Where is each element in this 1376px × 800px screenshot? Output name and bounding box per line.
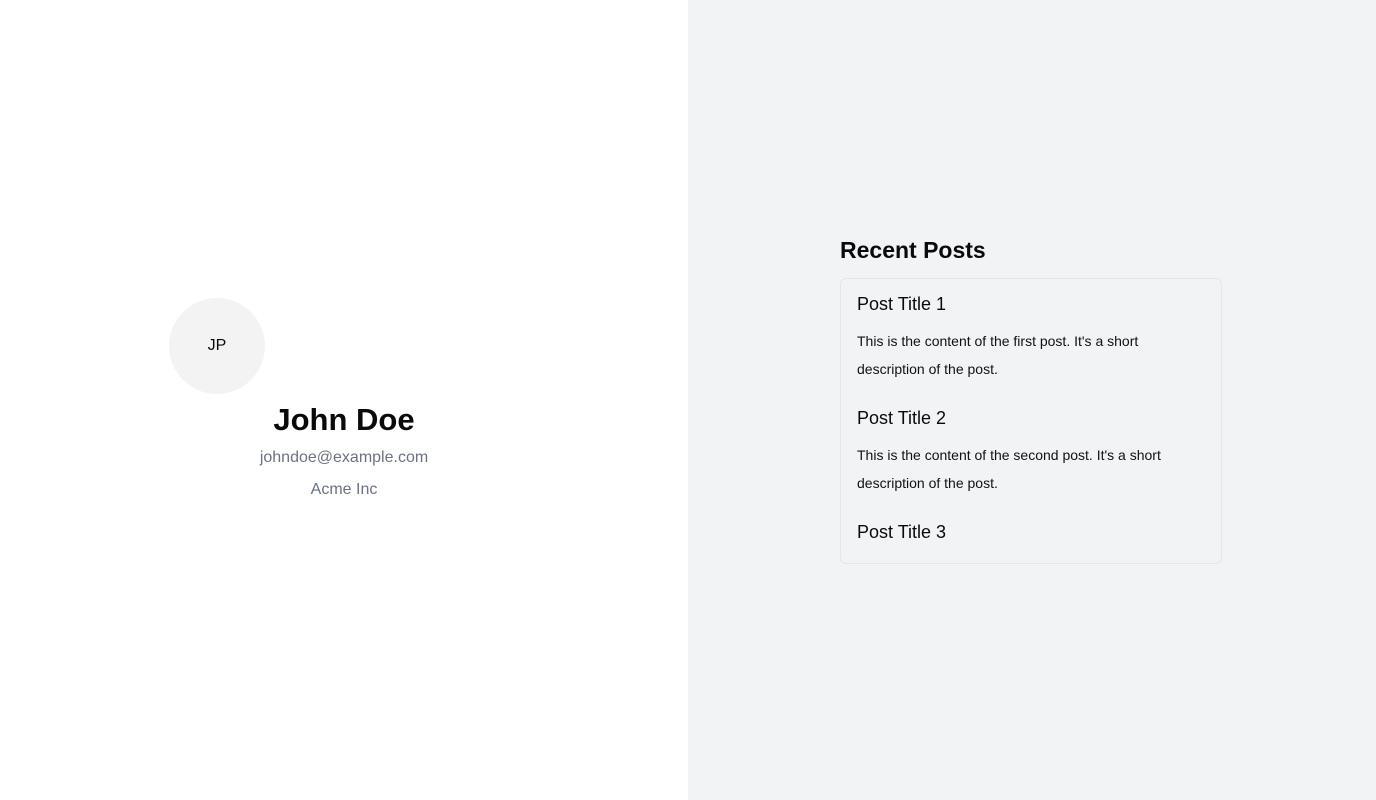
profile-company: Acme Inc (310, 481, 378, 498)
list-item: Post Title 2 This is the content of the … (857, 405, 1205, 497)
avatar-initials: JP (207, 337, 227, 354)
post-content: This is the content of the second post. … (857, 447, 1161, 491)
profile-panel: JP John Doe johndoe@example.com Acme Inc (0, 0, 688, 800)
posts-list[interactable]: Post Title 1 This is the content of the … (840, 278, 1222, 564)
profile-name: John Doe (273, 402, 415, 437)
posts-panel: Recent Posts Post Title 1 This is the co… (688, 0, 1376, 800)
post-content: This is the content of the first post. I… (857, 333, 1139, 377)
post-title: Post Title 1 (857, 294, 947, 314)
page-layout: JP John Doe johndoe@example.com Acme Inc… (0, 0, 1376, 800)
profile-email: johndoe@example.com (259, 449, 429, 466)
list-item: Post Title 3 (857, 519, 1205, 545)
list-item: Post Title 1 This is the content of the … (857, 291, 1205, 383)
avatar: JP (169, 298, 265, 394)
post-title: Post Title 3 (857, 522, 947, 542)
post-title: Post Title 2 (857, 408, 947, 428)
recent-posts-heading: Recent Posts (840, 237, 986, 263)
